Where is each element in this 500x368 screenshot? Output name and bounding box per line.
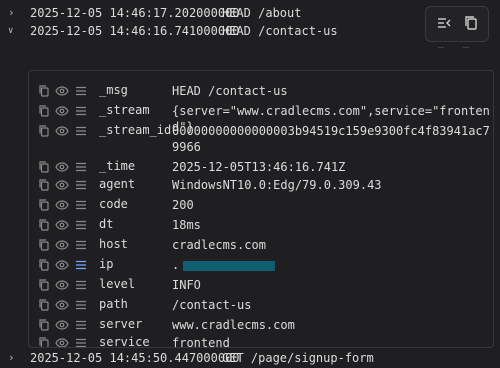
copy-icon[interactable] <box>37 104 51 118</box>
field-key: level <box>99 277 136 291</box>
field-row-agent: agent WindowsNT10.0:Edg/79.0.309.43 <box>29 175 493 195</box>
list-icon[interactable] <box>74 218 88 232</box>
copy-icon[interactable] <box>462 14 480 32</box>
field-row-streamid: _stream_id 00000000000000003b94519c159e93… <box>29 121 493 155</box>
list-icon[interactable] <box>74 178 88 192</box>
copy-icon[interactable] <box>37 318 51 332</box>
field-key: host <box>99 237 128 251</box>
log-message: GET /page/signup-form <box>222 351 374 365</box>
eye-icon[interactable] <box>55 298 69 312</box>
log-timestamp: 2025-12-05 14:46:17.202000000 <box>30 6 240 20</box>
list-icon[interactable] <box>74 84 88 98</box>
copy-icon[interactable] <box>37 160 51 174</box>
field-key: _time <box>99 159 136 173</box>
field-row-stream: _stream {server="www.cradlecms.com",servi… <box>29 101 493 134</box>
copy-icon[interactable] <box>37 198 51 212</box>
field-value: HEAD /contact-us <box>172 84 288 98</box>
field-row-msg: _msg HEAD /contact-us <box>29 81 493 101</box>
field-value: cradlecms.com <box>172 238 266 252</box>
eye-icon[interactable] <box>55 104 69 118</box>
field-key: _msg <box>99 83 128 97</box>
eye-icon[interactable] <box>55 318 69 332</box>
list-icon[interactable] <box>74 124 88 138</box>
list-icon[interactable] <box>74 238 88 252</box>
field-row-ip: ip. <box>29 255 493 275</box>
eye-icon[interactable] <box>55 160 69 174</box>
copy-icon[interactable] <box>37 298 51 312</box>
eye-icon[interactable] <box>55 218 69 232</box>
chevron-right-icon[interactable]: › <box>8 348 20 368</box>
field-key: path <box>99 297 128 311</box>
field-row-dt: dt 18ms <box>29 215 493 235</box>
log-row-expanded[interactable]: ∨ 2025-12-05 14:46:16.741000000 HEAD /co… <box>0 21 420 41</box>
field-value: WindowsNT10.0:Edg/79.0.309.43 <box>172 178 382 192</box>
field-value: frontend <box>172 336 230 348</box>
row-actions-toolbar <box>425 6 489 42</box>
list-icon[interactable] <box>74 104 88 118</box>
eye-icon[interactable] <box>55 178 69 192</box>
copy-icon[interactable] <box>37 178 51 192</box>
list-icon[interactable] <box>74 258 88 272</box>
log-message: HEAD /about <box>222 6 302 20</box>
field-key: _stream_id <box>99 123 172 137</box>
field-row-server: server www.cradlecms.com <box>29 315 493 335</box>
eye-icon[interactable] <box>55 84 69 98</box>
eye-icon[interactable] <box>55 124 69 138</box>
copy-icon[interactable] <box>37 84 51 98</box>
eye-icon[interactable] <box>55 278 69 292</box>
field-row-code: code 200 <box>29 195 493 215</box>
copy-icon[interactable] <box>37 124 51 138</box>
field-key: _stream <box>99 103 150 117</box>
copy-icon[interactable] <box>37 218 51 232</box>
log-details-panel: _msg HEAD /contact-us _stream {server="www.… <box>28 70 494 348</box>
ghost-icon: ― <box>463 42 470 53</box>
list-icon[interactable] <box>74 278 88 292</box>
log-row[interactable]: › 2025-12-05 14:45:50.447000000 GET /pag… <box>0 348 500 368</box>
list-icon[interactable] <box>74 198 88 212</box>
field-row-time: _time 2025-12-05T13:46:16.741Z <box>29 157 493 177</box>
ghost-icon: ― <box>438 42 445 53</box>
field-row-level: level INFO <box>29 275 493 295</box>
eye-icon[interactable] <box>55 258 69 272</box>
log-timestamp: 2025-12-05 14:46:16.741000000 <box>30 24 240 38</box>
field-key: dt <box>99 217 114 231</box>
copy-icon[interactable] <box>37 336 51 347</box>
log-timestamp: 2025-12-05 14:45:50.447000000 <box>30 351 240 365</box>
field-value: 00000000000000003b94519c159e9300fc4f8394… <box>172 124 490 154</box>
field-key: code <box>99 197 128 211</box>
field-value: . <box>172 257 490 273</box>
wrap-lines-icon[interactable] <box>435 14 453 32</box>
field-value: 2025-12-05T13:46:16.741Z <box>172 160 346 174</box>
field-row-service: service frontend <box>29 333 493 348</box>
list-icon[interactable] <box>74 336 88 347</box>
field-key: server <box>99 317 143 331</box>
field-key: service <box>99 335 150 348</box>
list-icon[interactable] <box>74 318 88 332</box>
eye-icon[interactable] <box>55 336 69 347</box>
log-message: HEAD /contact-us <box>222 24 338 38</box>
eye-icon[interactable] <box>55 238 69 252</box>
field-key: agent <box>99 177 136 191</box>
field-value: 18ms <box>172 218 201 232</box>
field-value: www.cradlecms.com <box>172 318 295 332</box>
chevron-right-icon[interactable]: › <box>8 3 20 23</box>
copy-icon[interactable] <box>37 278 51 292</box>
field-key: ip <box>99 257 114 271</box>
chevron-down-icon[interactable]: ∨ <box>8 21 20 41</box>
redacted-block <box>183 260 276 271</box>
copy-icon[interactable] <box>37 238 51 252</box>
list-icon[interactable] <box>74 298 88 312</box>
list-icon[interactable] <box>74 160 88 174</box>
field-value: INFO <box>172 278 201 292</box>
field-row-host: host cradlecms.com <box>29 235 493 255</box>
log-row[interactable]: › 2025-12-05 14:46:17.202000000 HEAD /ab… <box>0 3 420 23</box>
eye-icon[interactable] <box>55 198 69 212</box>
field-value: /contact-us <box>172 298 252 312</box>
field-row-path: path/contact-us <box>29 295 493 315</box>
copy-icon[interactable] <box>37 258 51 272</box>
field-value: 200 <box>172 198 194 212</box>
